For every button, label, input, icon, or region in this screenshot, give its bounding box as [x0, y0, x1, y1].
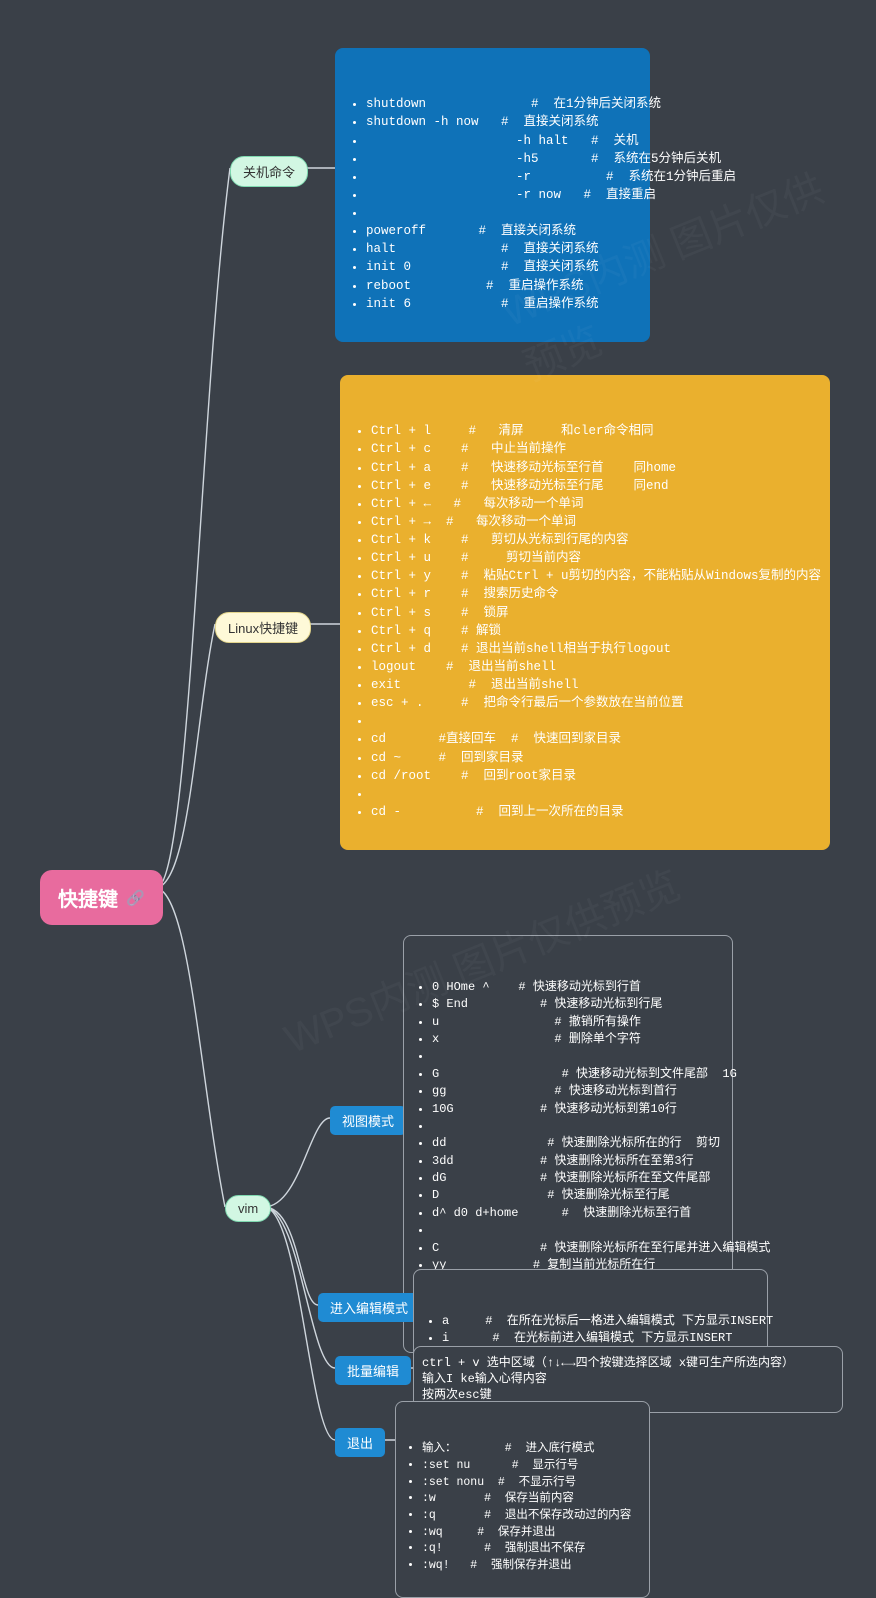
list-item	[366, 204, 635, 222]
list-item: 输入： # 进入底行模式	[422, 1441, 639, 1458]
subtopic-exit-label: 退出	[347, 1436, 373, 1451]
list-item: 0 HOme ^ # 快速移动光标到行首	[432, 979, 720, 996]
topic-linux-label: Linux快捷键	[228, 621, 298, 636]
list-item: Ctrl + a # 快速移动光标至行首 同home	[371, 459, 815, 477]
list-item: a # 在所在光标后一格进入编辑模式 下方显示INSERT	[442, 1313, 755, 1330]
subtopic-batch[interactable]: 批量编辑	[335, 1356, 411, 1385]
list-item: :w # 保存当前内容	[422, 1491, 639, 1508]
subtopic-batch-label: 批量编辑	[347, 1364, 399, 1379]
subtopic-insert-label: 进入编辑模式	[330, 1301, 408, 1316]
topic-shutdown[interactable]: 关机命令	[230, 156, 308, 187]
subtopic-view[interactable]: 视图模式	[330, 1106, 406, 1135]
list-item: Ctrl + q # 解锁	[371, 622, 815, 640]
list-item: shutdown -h now # 直接关闭系统	[366, 113, 635, 131]
list-item: C # 快速删除光标所在至行尾并进入编辑模式	[432, 1240, 720, 1257]
list-item: Ctrl + l # 清屏 和cler命令相同	[371, 422, 815, 440]
topic-vim-label: vim	[238, 1201, 258, 1216]
list-item: -h5 # 系统在5分钟后关机	[366, 150, 635, 168]
list-item: 3dd # 快速删除光标所在至第3行	[432, 1153, 720, 1170]
list-item: Ctrl + r # 搜索历史命令	[371, 585, 815, 603]
list-item: 10G # 快速移动光标到第10行	[432, 1101, 720, 1118]
list-item: ctrl + v 选中区域（↑↓←→四个按键选择区域 x键可生产所选内容）	[422, 1355, 830, 1371]
list-item: d^ d0 d+home # 快速删除光标至行首	[432, 1205, 720, 1222]
list-item: init 6 # 重启操作系统	[366, 295, 635, 313]
list-item: cd - # 回到上一次所在的目录	[371, 803, 815, 821]
list-item: halt # 直接关闭系统	[366, 240, 635, 258]
list-item: x # 删除单个字符	[432, 1031, 720, 1048]
list-item: Ctrl + y # 粘贴Ctrl + u剪切的内容，不能粘贴从Windows复…	[371, 567, 815, 585]
list-item: Ctrl + k # 剪切从光标到行尾的内容	[371, 531, 815, 549]
list-item: Ctrl + s # 锁屏	[371, 604, 815, 622]
list-item: :q! # 强制退出不保存	[422, 1541, 639, 1558]
list-item: Ctrl + → # 每次移动一个单词	[371, 513, 815, 531]
list-item: :wq # 保存并退出	[422, 1525, 639, 1542]
list-item: cd /root # 回到root家目录	[371, 767, 815, 785]
card-exit: 输入： # 进入底行模式:set nu # 显示行号:set nonu # 不显…	[395, 1401, 650, 1598]
list-item: dG # 快速删除光标所在至文件尾部	[432, 1170, 720, 1187]
topic-vim[interactable]: vim	[225, 1195, 271, 1222]
card-linux: Ctrl + l # 清屏 和cler命令相同Ctrl + c # 中止当前操作…	[340, 375, 830, 850]
root-node[interactable]: 快捷键 🔗	[40, 870, 163, 925]
list-item: -r # 系统在1分钟后重启	[366, 168, 635, 186]
list-item: poweroff # 直接关闭系统	[366, 222, 635, 240]
list-item	[432, 1048, 720, 1065]
list-item: init 0 # 直接关闭系统	[366, 258, 635, 276]
list-item: Ctrl + ← # 每次移动一个单词	[371, 495, 815, 513]
list-item: reboot # 重启操作系统	[366, 277, 635, 295]
list-item: Ctrl + e # 快速移动光标至行尾 同end	[371, 477, 815, 495]
list-item: cd ~ # 回到家目录	[371, 749, 815, 767]
list-item: exit # 退出当前shell	[371, 676, 815, 694]
list-item	[432, 1118, 720, 1135]
list-item: Ctrl + d # 退出当前shell相当于执行logout	[371, 640, 815, 658]
list-item: 输入I ke输入心得内容	[422, 1371, 830, 1387]
list-item: D # 快速删除光标至行尾	[432, 1187, 720, 1204]
link-icon: 🔗	[126, 889, 145, 907]
subtopic-view-label: 视图模式	[342, 1114, 394, 1129]
topic-shutdown-label: 关机命令	[243, 165, 295, 180]
list-item: dd # 快速删除光标所在的行 剪切	[432, 1135, 720, 1152]
subtopic-insert[interactable]: 进入编辑模式	[318, 1293, 420, 1322]
topic-linux[interactable]: Linux快捷键	[215, 612, 311, 643]
list-item: -h halt # 关机	[366, 132, 635, 150]
list-item: :q # 退出不保存改动过的内容	[422, 1508, 639, 1525]
list-item: Ctrl + u # 剪切当前内容	[371, 549, 815, 567]
list-item: esc + . # 把命令行最后一个参数放在当前位置	[371, 694, 815, 712]
list-item: u # 撤销所有操作	[432, 1014, 720, 1031]
list-item: :set nonu # 不显示行号	[422, 1475, 639, 1492]
list-item: gg # 快速移动光标到首行	[432, 1083, 720, 1100]
list-item: logout # 退出当前shell	[371, 658, 815, 676]
list-item: shutdown # 在1分钟后关闭系统	[366, 95, 635, 113]
list-item: Ctrl + c # 中止当前操作	[371, 440, 815, 458]
list-item: G # 快速移动光标到文件尾部 1G	[432, 1066, 720, 1083]
list-item	[371, 785, 815, 803]
list-item	[432, 1222, 720, 1239]
list-item: :set nu # 显示行号	[422, 1458, 639, 1475]
list-item: :wq! # 强制保存并退出	[422, 1558, 639, 1575]
list-item	[371, 712, 815, 730]
list-item: -r now # 直接重启	[366, 186, 635, 204]
list-item: i # 在光标前进入编辑模式 下方显示INSERT	[442, 1330, 755, 1347]
list-item: cd #直接回车 # 快速回到家目录	[371, 730, 815, 748]
subtopic-exit[interactable]: 退出	[335, 1428, 385, 1457]
root-label: 快捷键	[58, 883, 118, 912]
list-item: $ End # 快速移动光标到行尾	[432, 996, 720, 1013]
card-shutdown: shutdown # 在1分钟后关闭系统shutdown -h now # 直接…	[335, 48, 650, 342]
